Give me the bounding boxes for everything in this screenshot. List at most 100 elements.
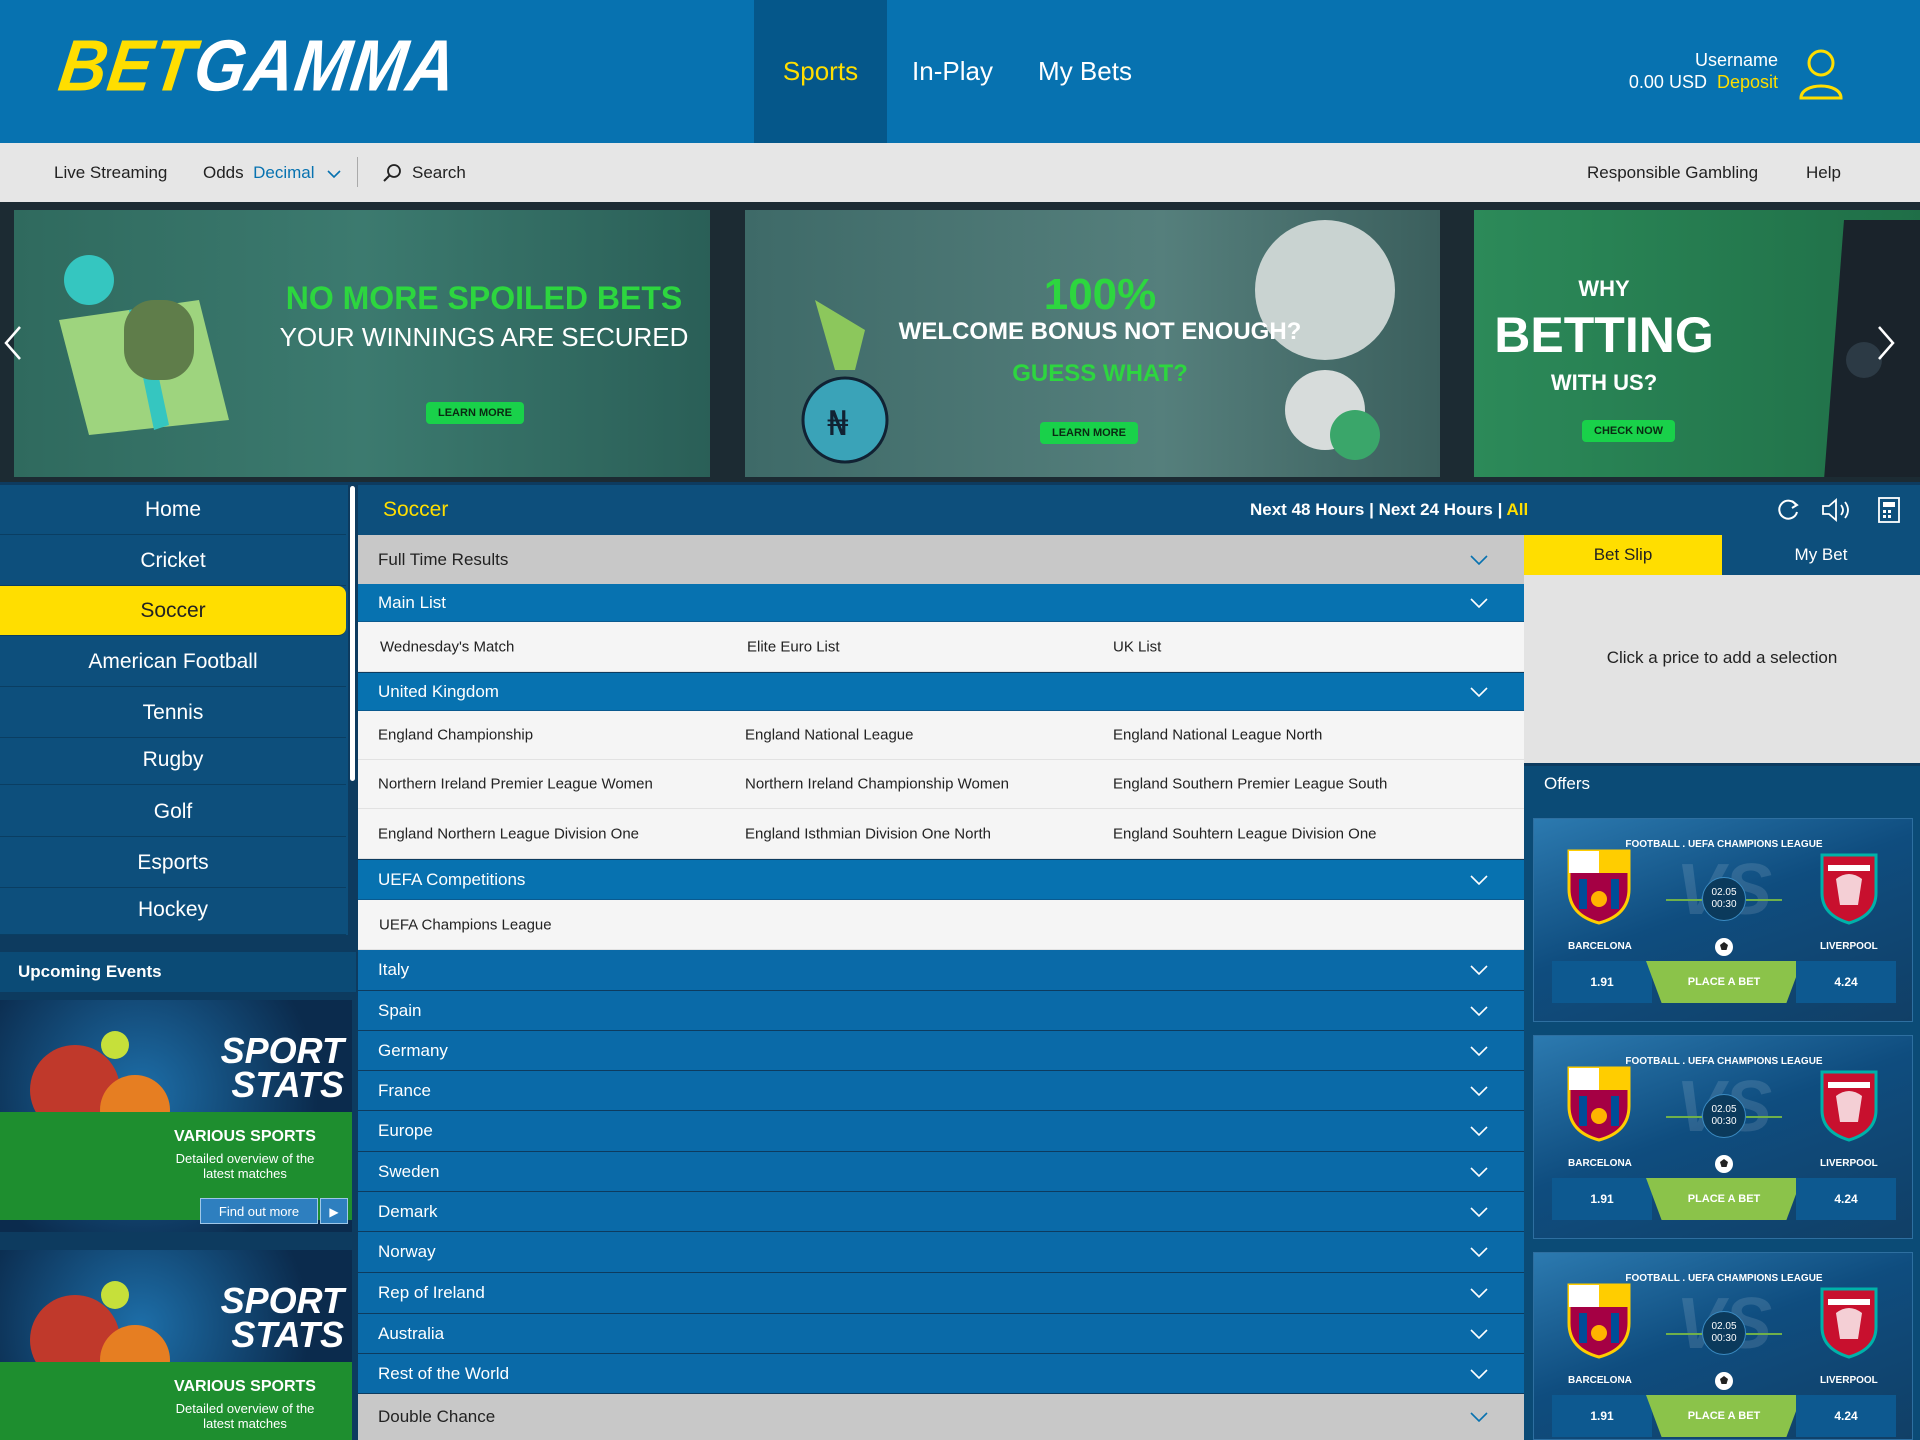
filter-all[interactable]: All xyxy=(1506,500,1528,519)
sport-stats-promo[interactable]: SPORT STATS VARIOUS SPORTS Detailed over… xyxy=(0,1000,352,1232)
country-row-spain[interactable]: Spain xyxy=(358,991,1524,1030)
account-username[interactable]: Username xyxy=(1695,50,1778,71)
search-link[interactable]: Search xyxy=(412,163,466,183)
sidebar-scrollbar[interactable] xyxy=(350,486,355,781)
offer-date: 02.05 xyxy=(1711,1321,1737,1332)
home-team-name: BARCELONA xyxy=(1568,1375,1632,1386)
league-link[interactable]: England Championship xyxy=(378,727,533,744)
league-link[interactable]: Northern Ireland Championship Women xyxy=(745,776,1009,793)
speaker-icon[interactable] xyxy=(1820,497,1854,523)
offers-header: Offers xyxy=(1524,766,1920,802)
filter-48-hours[interactable]: Next 48 Hours xyxy=(1250,500,1364,519)
place-a-bet-button[interactable]: PLACE A BET xyxy=(1646,1395,1802,1437)
sidebar-item-home[interactable]: Home xyxy=(0,485,346,535)
nav-sports[interactable]: Sports xyxy=(754,0,887,143)
full-time-results-row[interactable]: Full Time Results xyxy=(358,535,1524,584)
banner2-percent: 100% xyxy=(1043,270,1157,319)
arrow-left-icon[interactable] xyxy=(2,325,24,361)
place-a-bet-button[interactable]: PLACE A BET xyxy=(1646,1178,1802,1220)
country-row-italy[interactable]: Italy xyxy=(358,950,1524,990)
promo-various-sports: VARIOUS SPORTS xyxy=(174,1378,316,1395)
away-odd-button[interactable]: 4.24 xyxy=(1796,1395,1896,1437)
home-odd-button[interactable]: 1.91 xyxy=(1552,1395,1652,1437)
sidebar-item-tennis[interactable]: Tennis xyxy=(0,688,346,738)
home-odd-button[interactable]: 1.91 xyxy=(1552,1178,1652,1220)
uefa-competitions-row[interactable]: UEFA Competitions xyxy=(358,860,1524,900)
country-row-germany[interactable]: Germany xyxy=(358,1031,1524,1070)
main-list-row[interactable]: Main List xyxy=(358,584,1524,622)
country-row-france[interactable]: France xyxy=(358,1071,1524,1110)
balance-value: 0.00 USD xyxy=(1628,72,1707,92)
chevron-down-icon xyxy=(1470,1368,1488,1379)
brand-logo[interactable]: BETGAMMA xyxy=(54,24,462,105)
banner1-headline: NO MORE SPOILED BETS xyxy=(285,280,683,316)
place-a-bet-button[interactable]: PLACE A BET xyxy=(1646,961,1802,1003)
league-link[interactable]: England National League North xyxy=(1113,727,1322,744)
offer-time: 00:30 xyxy=(1711,1333,1737,1344)
league-link[interactable]: Elite Euro List xyxy=(747,638,840,655)
sub-navigation-bar: Live Streaming Odds Decimal Search Respo… xyxy=(0,143,1920,202)
league-link[interactable]: England National League xyxy=(745,727,913,744)
banner-why-betting[interactable]: WHY BETTING WITH US? CHECK NOW xyxy=(1474,210,1920,477)
nav-my-bets[interactable]: My Bets xyxy=(1030,0,1140,143)
league-link[interactable]: England Isthmian Division One North xyxy=(745,825,991,842)
league-link[interactable]: England Southern Premier League South xyxy=(1113,776,1387,793)
league-link[interactable]: England Souhtern League Division One xyxy=(1113,825,1377,842)
banner1-learn-more-button[interactable]: LEARN MORE xyxy=(426,402,524,424)
banner-spoiled-bets[interactable]: NO MORE SPOILED BETS YOUR WINNINGS ARE S… xyxy=(14,210,710,477)
banner-welcome-bonus[interactable]: ₦ 100% WELCOME BONUS NOT ENOUGH? GUESS W… xyxy=(745,210,1440,477)
sport-stats-promo-2[interactable]: SPORT STATS VARIOUS SPORTS Detailed over… xyxy=(0,1250,352,1440)
nav-in-play[interactable]: In-Play xyxy=(900,0,1005,143)
league-link[interactable]: Wednesday's Match xyxy=(380,638,514,655)
promo-title-stats: STATS xyxy=(231,1064,344,1105)
away-odd-button[interactable]: 4.24 xyxy=(1796,1178,1896,1220)
country-row-norway[interactable]: Norway xyxy=(358,1232,1524,1272)
sidebar-item-cricket[interactable]: Cricket xyxy=(0,536,346,586)
country-row-rest-of-world[interactable]: Rest of the World xyxy=(358,1354,1524,1393)
league-link[interactable]: UEFA Champions League xyxy=(379,916,552,933)
league-link[interactable]: Northern Ireland Premier League Women xyxy=(378,776,653,793)
home-odd-button[interactable]: 1.91 xyxy=(1552,961,1652,1003)
play-arrow-icon[interactable]: ▶ xyxy=(320,1198,348,1224)
chevron-down-icon[interactable] xyxy=(327,170,341,179)
united-kingdom-row[interactable]: United Kingdom xyxy=(358,673,1524,711)
promo-carousel: NO MORE SPOILED BETS YOUR WINNINGS ARE S… xyxy=(0,202,1920,482)
country-row-sweden[interactable]: Sweden xyxy=(358,1152,1524,1191)
sidebar-item-golf[interactable]: Golf xyxy=(0,787,346,837)
sidebar-item-hockey[interactable]: Hockey xyxy=(0,885,346,935)
help-link[interactable]: Help xyxy=(1806,163,1841,183)
tab-bet-slip[interactable]: Bet Slip xyxy=(1524,535,1722,575)
uk-links-row-1: England Championship England National Le… xyxy=(358,711,1524,760)
tab-my-bet[interactable]: My Bet xyxy=(1722,535,1920,575)
search-icon[interactable] xyxy=(382,163,402,183)
bet-slip-empty-message: Click a price to add a selection xyxy=(1524,575,1920,763)
offer-kickoff: 02.05 00:30 xyxy=(1702,1311,1746,1355)
country-row-europe[interactable]: Europe xyxy=(358,1111,1524,1151)
double-chance-row[interactable]: Double Chance xyxy=(358,1394,1524,1440)
sidebar-item-soccer[interactable]: Soccer xyxy=(0,586,346,636)
sidebar-item-american-football[interactable]: American Football xyxy=(0,637,346,687)
league-link[interactable]: England Northern League Division One xyxy=(378,825,639,842)
calculator-icon[interactable] xyxy=(1878,497,1900,523)
filter-separator: | xyxy=(1497,500,1503,519)
live-streaming-link[interactable]: Live Streaming xyxy=(54,163,167,183)
country-row-rep-of-ireland[interactable]: Rep of Ireland xyxy=(358,1273,1524,1313)
filter-24-hours[interactable]: Next 24 Hours xyxy=(1379,500,1493,519)
football-icon xyxy=(1715,938,1733,956)
sidebar-item-rugby[interactable]: Rugby xyxy=(0,735,346,785)
away-odd-button[interactable]: 4.24 xyxy=(1796,961,1896,1003)
barcelona-crest-icon xyxy=(1567,1066,1631,1142)
arrow-right-icon[interactable] xyxy=(1875,325,1897,361)
odds-selector[interactable]: Odds Decimal xyxy=(203,163,315,183)
deposit-link[interactable]: Deposit xyxy=(1717,72,1778,92)
find-out-more-button[interactable]: Find out more xyxy=(200,1198,318,1224)
responsible-gambling-link[interactable]: Responsible Gambling xyxy=(1587,163,1758,183)
country-row-demark[interactable]: Demark xyxy=(358,1192,1524,1231)
refresh-icon[interactable] xyxy=(1775,497,1801,523)
league-link[interactable]: UK List xyxy=(1113,638,1161,655)
country-row-australia[interactable]: Australia xyxy=(358,1314,1524,1353)
sidebar-item-esports[interactable]: Esports xyxy=(0,838,346,888)
banner3-check-now-button[interactable]: CHECK NOW xyxy=(1582,420,1676,442)
banner2-learn-more-button[interactable]: LEARN MORE xyxy=(1040,422,1138,444)
user-icon[interactable] xyxy=(1798,48,1844,100)
